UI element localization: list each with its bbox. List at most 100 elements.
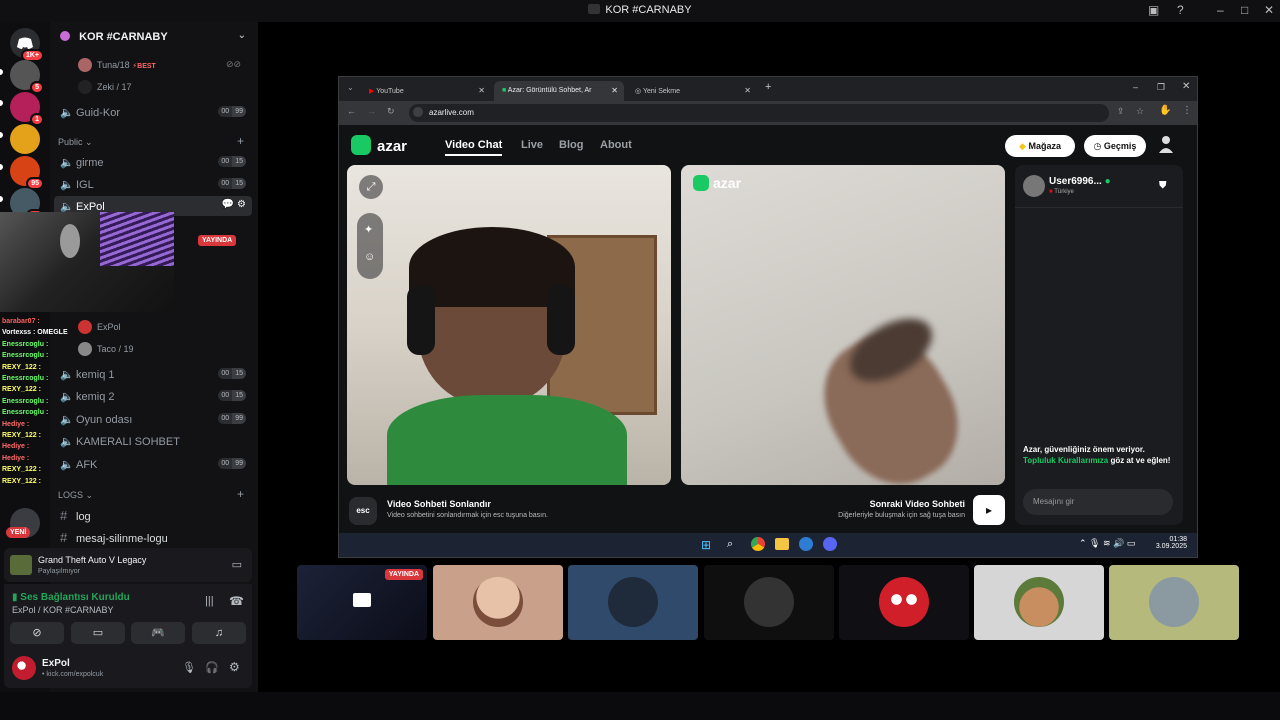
close-button[interactable]: ✕ [1264, 3, 1274, 17]
channel-log[interactable]: # log [54, 504, 252, 524]
microphone-icon[interactable]: 🎙 [182, 661, 196, 674]
tab-new[interactable]: ◎ Yeni Sekme ✕ [627, 81, 757, 101]
page-scrollbar[interactable] [1189, 125, 1197, 533]
profile-icon[interactable] [1158, 135, 1174, 153]
clock-icon: ◷ [1093, 141, 1104, 151]
discord-taskbar-icon[interactable] [823, 537, 837, 551]
headphones-icon[interactable]: 🎧 [205, 661, 219, 674]
site-info-icon[interactable] [413, 107, 423, 117]
disconnect-icon[interactable]: ☎ [229, 594, 244, 608]
menu-icon[interactable]: ⋮ [1182, 105, 1192, 116]
voice-user[interactable]: ExPol [78, 320, 121, 334]
url-input[interactable]: azarlive.com [409, 104, 1109, 122]
back-icon[interactable]: ← [347, 106, 356, 116]
minimize-button[interactable]: – [1133, 82, 1138, 92]
participant-tile[interactable] [839, 565, 969, 640]
esc-key[interactable]: esc [349, 497, 377, 525]
category-public[interactable]: Public ⌄ [58, 137, 93, 148]
noise-suppression-icon[interactable]: ||| [205, 595, 214, 607]
taskbar-search-icon[interactable]: ⌕ [727, 538, 733, 551]
channel-kemiq-1[interactable]: 🔈 kemiq 1 00 15 [54, 364, 252, 384]
new-tab-button[interactable]: + [765, 81, 771, 93]
nav-live[interactable]: Live [521, 139, 543, 151]
tray-icons[interactable]: ⌃ 🎙 ≋ 🔊 ▭ [1079, 538, 1135, 549]
home-button[interactable]: 1K+ [10, 28, 44, 62]
app-taskbar-icon[interactable] [799, 537, 813, 551]
channel-afk[interactable]: 🔈 AFK 00 99 [54, 454, 252, 474]
voice-user[interactable]: Taco / 19 [78, 342, 134, 356]
tab-azar[interactable]: ■ Azar: Görüntülü Sohbet, Ar ✕ [494, 81, 624, 101]
maximize-button[interactable]: □ [1241, 3, 1248, 17]
sparkle-icon[interactable]: ✦ [364, 223, 373, 236]
peer-name-text: User6996... [1049, 176, 1102, 187]
screen-share-button[interactable]: ▭ [71, 622, 125, 644]
gear-icon[interactable]: ⚙ [229, 660, 240, 674]
participant-tile[interactable] [974, 565, 1104, 640]
tab-youtube[interactable]: ▶ YouTube ✕ [361, 81, 491, 101]
install-icon[interactable]: ⇪ [1117, 106, 1125, 117]
server-header[interactable]: KOR #CARNABY ⌄ [50, 22, 258, 54]
activity-button[interactable]: 🎮 [131, 622, 185, 644]
server-icon-3[interactable]: 1 [10, 92, 44, 126]
peer-avatar[interactable] [1023, 175, 1045, 197]
channel-kemiq-2[interactable]: 🔈 kemiq 2 00 15 [54, 386, 252, 406]
count-current: 00 [218, 156, 233, 167]
bookmark-star-icon[interactable]: ☆ [1136, 106, 1144, 117]
participant-tile-stream[interactable]: YAYINDA [297, 565, 427, 640]
overlay-chat-line: REXY_122 : [2, 386, 41, 394]
avatar[interactable] [12, 656, 36, 680]
windows-start-icon[interactable]: ⊞ [701, 538, 711, 552]
chrome-taskbar-icon[interactable] [751, 537, 765, 551]
reload-icon[interactable]: ↻ [387, 106, 395, 117]
extension-icon[interactable]: ✋ [1159, 105, 1171, 116]
close-icon[interactable]: ✕ [744, 86, 751, 95]
voice-user[interactable]: Tuna/18 ⚡BEST [78, 58, 156, 72]
nav-blog[interactable]: Blog [559, 139, 583, 151]
soundboard-button[interactable]: ♫ [192, 622, 246, 644]
close-window-button[interactable]: ✕ [1182, 81, 1190, 92]
close-icon[interactable]: ✕ [478, 86, 485, 95]
participant-tile[interactable] [704, 565, 834, 640]
sticker-icon[interactable]: ☺ [364, 251, 375, 263]
server-icon-4[interactable] [10, 124, 40, 154]
close-icon[interactable]: ✕ [611, 86, 618, 95]
next-chat-button[interactable]: ▸ [973, 495, 1005, 525]
participant-tile[interactable] [433, 565, 563, 640]
message-input[interactable]: Mesajını gir [1023, 489, 1173, 515]
channel-girme[interactable]: 🔈 girme 00 15 [54, 152, 252, 172]
server-icon-5[interactable]: 95 [10, 156, 44, 190]
history-button[interactable]: ◷ Geçmiş [1084, 135, 1146, 157]
channel-mesaj-silinme-logu[interactable]: # mesaj-silinme-logu [54, 526, 252, 546]
inbox-icon[interactable]: ▣ [1148, 3, 1159, 17]
channel-kamerali-sohbet[interactable]: 🔈 KAMERALI SOHBET [54, 431, 252, 451]
tab-search-icon[interactable]: ⌄ [347, 83, 354, 92]
server-icon-2[interactable]: 5 [10, 60, 44, 94]
nav-about[interactable]: About [600, 139, 632, 151]
participant-tile[interactable] [1109, 565, 1239, 640]
forward-icon[interactable]: → [367, 106, 376, 116]
add-channel-icon[interactable]: + [237, 134, 244, 148]
channel-actions[interactable]: 💬 ⚙ [222, 199, 246, 210]
file-explorer-icon[interactable] [775, 538, 789, 550]
help-icon[interactable]: ? [1177, 3, 1184, 17]
channel-guid-kor[interactable]: 🔈 Guid-Kor 00 99 [54, 102, 252, 122]
store-button[interactable]: ◆ Mağaza [1005, 135, 1075, 157]
screen-share-icon[interactable]: ▭ [232, 558, 242, 571]
camera-off-button[interactable]: ⊘ [10, 622, 64, 644]
channel-oyun-odasi[interactable]: 🔈 Oyun odası 00 99 [54, 409, 252, 429]
report-shield-icon[interactable]: ⛊ [1159, 180, 1167, 191]
azar-logo[interactable]: azar [351, 135, 407, 155]
category-logs[interactable]: LOGS ⌄ [58, 490, 93, 501]
add-channel-icon[interactable]: + [237, 487, 244, 501]
expand-icon[interactable]: ⤢ [359, 175, 383, 199]
participant-tile[interactable] [568, 565, 698, 640]
restore-button[interactable]: ❐ [1157, 82, 1165, 93]
community-rules-link[interactable]: Topluluk Kurallarımıza [1023, 456, 1108, 465]
voice-location[interactable]: ExPol / KOR #CARNABY [12, 605, 114, 615]
azar-page: azar Video Chat Live Blog About ◆ Mağaza… [339, 125, 1197, 533]
voice-user[interactable]: Zeki / 17 [78, 80, 132, 94]
clock[interactable]: 01:38 3.09.2025 [1147, 536, 1187, 550]
minimize-button[interactable]: – [1217, 3, 1224, 17]
nav-video-chat[interactable]: Video Chat [445, 139, 503, 156]
channel-igl[interactable]: 🔈 IGL 00 15 [54, 174, 252, 194]
